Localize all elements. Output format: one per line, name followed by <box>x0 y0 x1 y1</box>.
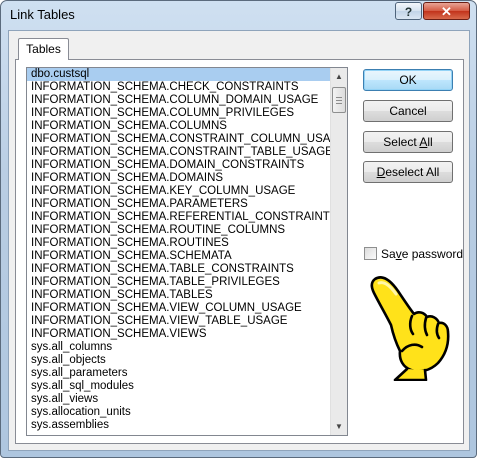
tables-listbox[interactable]: dbo.custsql INFORMATION_SCHEMA.CHECK_CONS… <box>26 67 348 436</box>
table-list-item[interactable]: dbo.custsql <box>27 68 331 81</box>
table-list-item[interactable]: INFORMATION_SCHEMA.CONSTRAINT_COLUMN_USA… <box>27 133 331 146</box>
save-password-label: Save password <box>381 247 464 261</box>
pointing-hand-icon <box>370 276 450 381</box>
grip-line <box>336 103 342 104</box>
scrollbar-thumb[interactable] <box>332 87 346 113</box>
cancel-button[interactable]: Cancel <box>363 100 453 122</box>
table-list-item[interactable]: INFORMATION_SCHEMA.TABLES <box>27 289 331 302</box>
help-button[interactable]: ? <box>395 2 422 20</box>
select-all-button[interactable]: Select All <box>363 131 453 153</box>
ok-button[interactable]: OK <box>363 69 453 91</box>
close-button[interactable]: ✕ <box>423 2 470 20</box>
table-list-item[interactable]: INFORMATION_SCHEMA.CHECK_CONSTRAINTS <box>27 81 331 94</box>
table-list-item[interactable]: sys.all_sql_modules <box>27 380 331 393</box>
table-list-item[interactable]: INFORMATION_SCHEMA.ROUTINE_COLUMNS <box>27 224 331 237</box>
tables-tab-panel: dbo.custsql INFORMATION_SCHEMA.CHECK_CONS… <box>15 59 464 444</box>
tab-tables[interactable]: Tables <box>18 38 69 60</box>
table-list-item[interactable]: INFORMATION_SCHEMA.COLUMNS <box>27 120 331 133</box>
dialog-body: Tables dbo.custsql INFORMATION_SCHEMA.CHE… <box>8 30 470 451</box>
table-list-item[interactable]: INFORMATION_SCHEMA.SCHEMATA <box>27 250 331 263</box>
deselect-all-button[interactable]: Deselect All <box>363 161 453 183</box>
table-list-item[interactable]: INFORMATION_SCHEMA.VIEW_COLUMN_USAGE <box>27 302 331 315</box>
table-list-item[interactable]: INFORMATION_SCHEMA.REFERENTIAL_CONSTRAIN… <box>27 211 331 224</box>
table-list-item[interactable]: INFORMATION_SCHEMA.TABLE_CONSTRAINTS <box>27 263 331 276</box>
table-list-item[interactable]: sys.all_parameters <box>27 367 331 380</box>
table-list-item[interactable]: INFORMATION_SCHEMA.KEY_COLUMN_USAGE <box>27 185 331 198</box>
window-title: Link Tables <box>10 7 75 22</box>
grip-line <box>336 97 342 98</box>
table-list-item[interactable]: INFORMATION_SCHEMA.ROUTINES <box>27 237 331 250</box>
table-list-item[interactable]: sys.assemblies <box>27 419 331 432</box>
table-list-item[interactable]: INFORMATION_SCHEMA.CONSTRAINT_TABLE_USAG… <box>27 146 331 159</box>
table-list-item[interactable]: INFORMATION_SCHEMA.COLUMN_DOMAIN_USAGE <box>27 94 331 107</box>
table-list: dbo.custsql INFORMATION_SCHEMA.CHECK_CONS… <box>27 68 331 432</box>
vertical-scrollbar[interactable]: ▲ ▼ <box>330 68 347 435</box>
table-list-item[interactable]: sys.all_columns <box>27 341 331 354</box>
table-list-item[interactable]: sys.all_objects <box>27 354 331 367</box>
link-tables-dialog: Link Tables ? ✕ Tables dbo.custsql INFORM… <box>0 0 477 458</box>
table-list-item[interactable]: sys.allocation_units <box>27 406 331 419</box>
table-list-item[interactable]: INFORMATION_SCHEMA.DOMAINS <box>27 172 331 185</box>
table-list-item[interactable]: INFORMATION_SCHEMA.COLUMN_PRIVILEGES <box>27 107 331 120</box>
table-list-item[interactable]: INFORMATION_SCHEMA.TABLE_PRIVILEGES <box>27 276 331 289</box>
save-password-checkbox[interactable] <box>364 247 377 260</box>
title-bar[interactable]: Link Tables ? ✕ <box>1 1 476 31</box>
scroll-up-icon[interactable]: ▲ <box>331 68 347 85</box>
grip-line <box>336 100 342 101</box>
scroll-down-icon[interactable]: ▼ <box>331 418 347 435</box>
table-list-item[interactable]: INFORMATION_SCHEMA.PARAMETERS <box>27 198 331 211</box>
table-list-item[interactable]: INFORMATION_SCHEMA.VIEW_TABLE_USAGE <box>27 315 331 328</box>
table-list-item[interactable]: INFORMATION_SCHEMA.DOMAIN_CONSTRAINTS <box>27 159 331 172</box>
table-list-item[interactable]: sys.all_views <box>27 393 331 406</box>
table-list-item[interactable]: INFORMATION_SCHEMA.VIEWS <box>27 328 331 341</box>
